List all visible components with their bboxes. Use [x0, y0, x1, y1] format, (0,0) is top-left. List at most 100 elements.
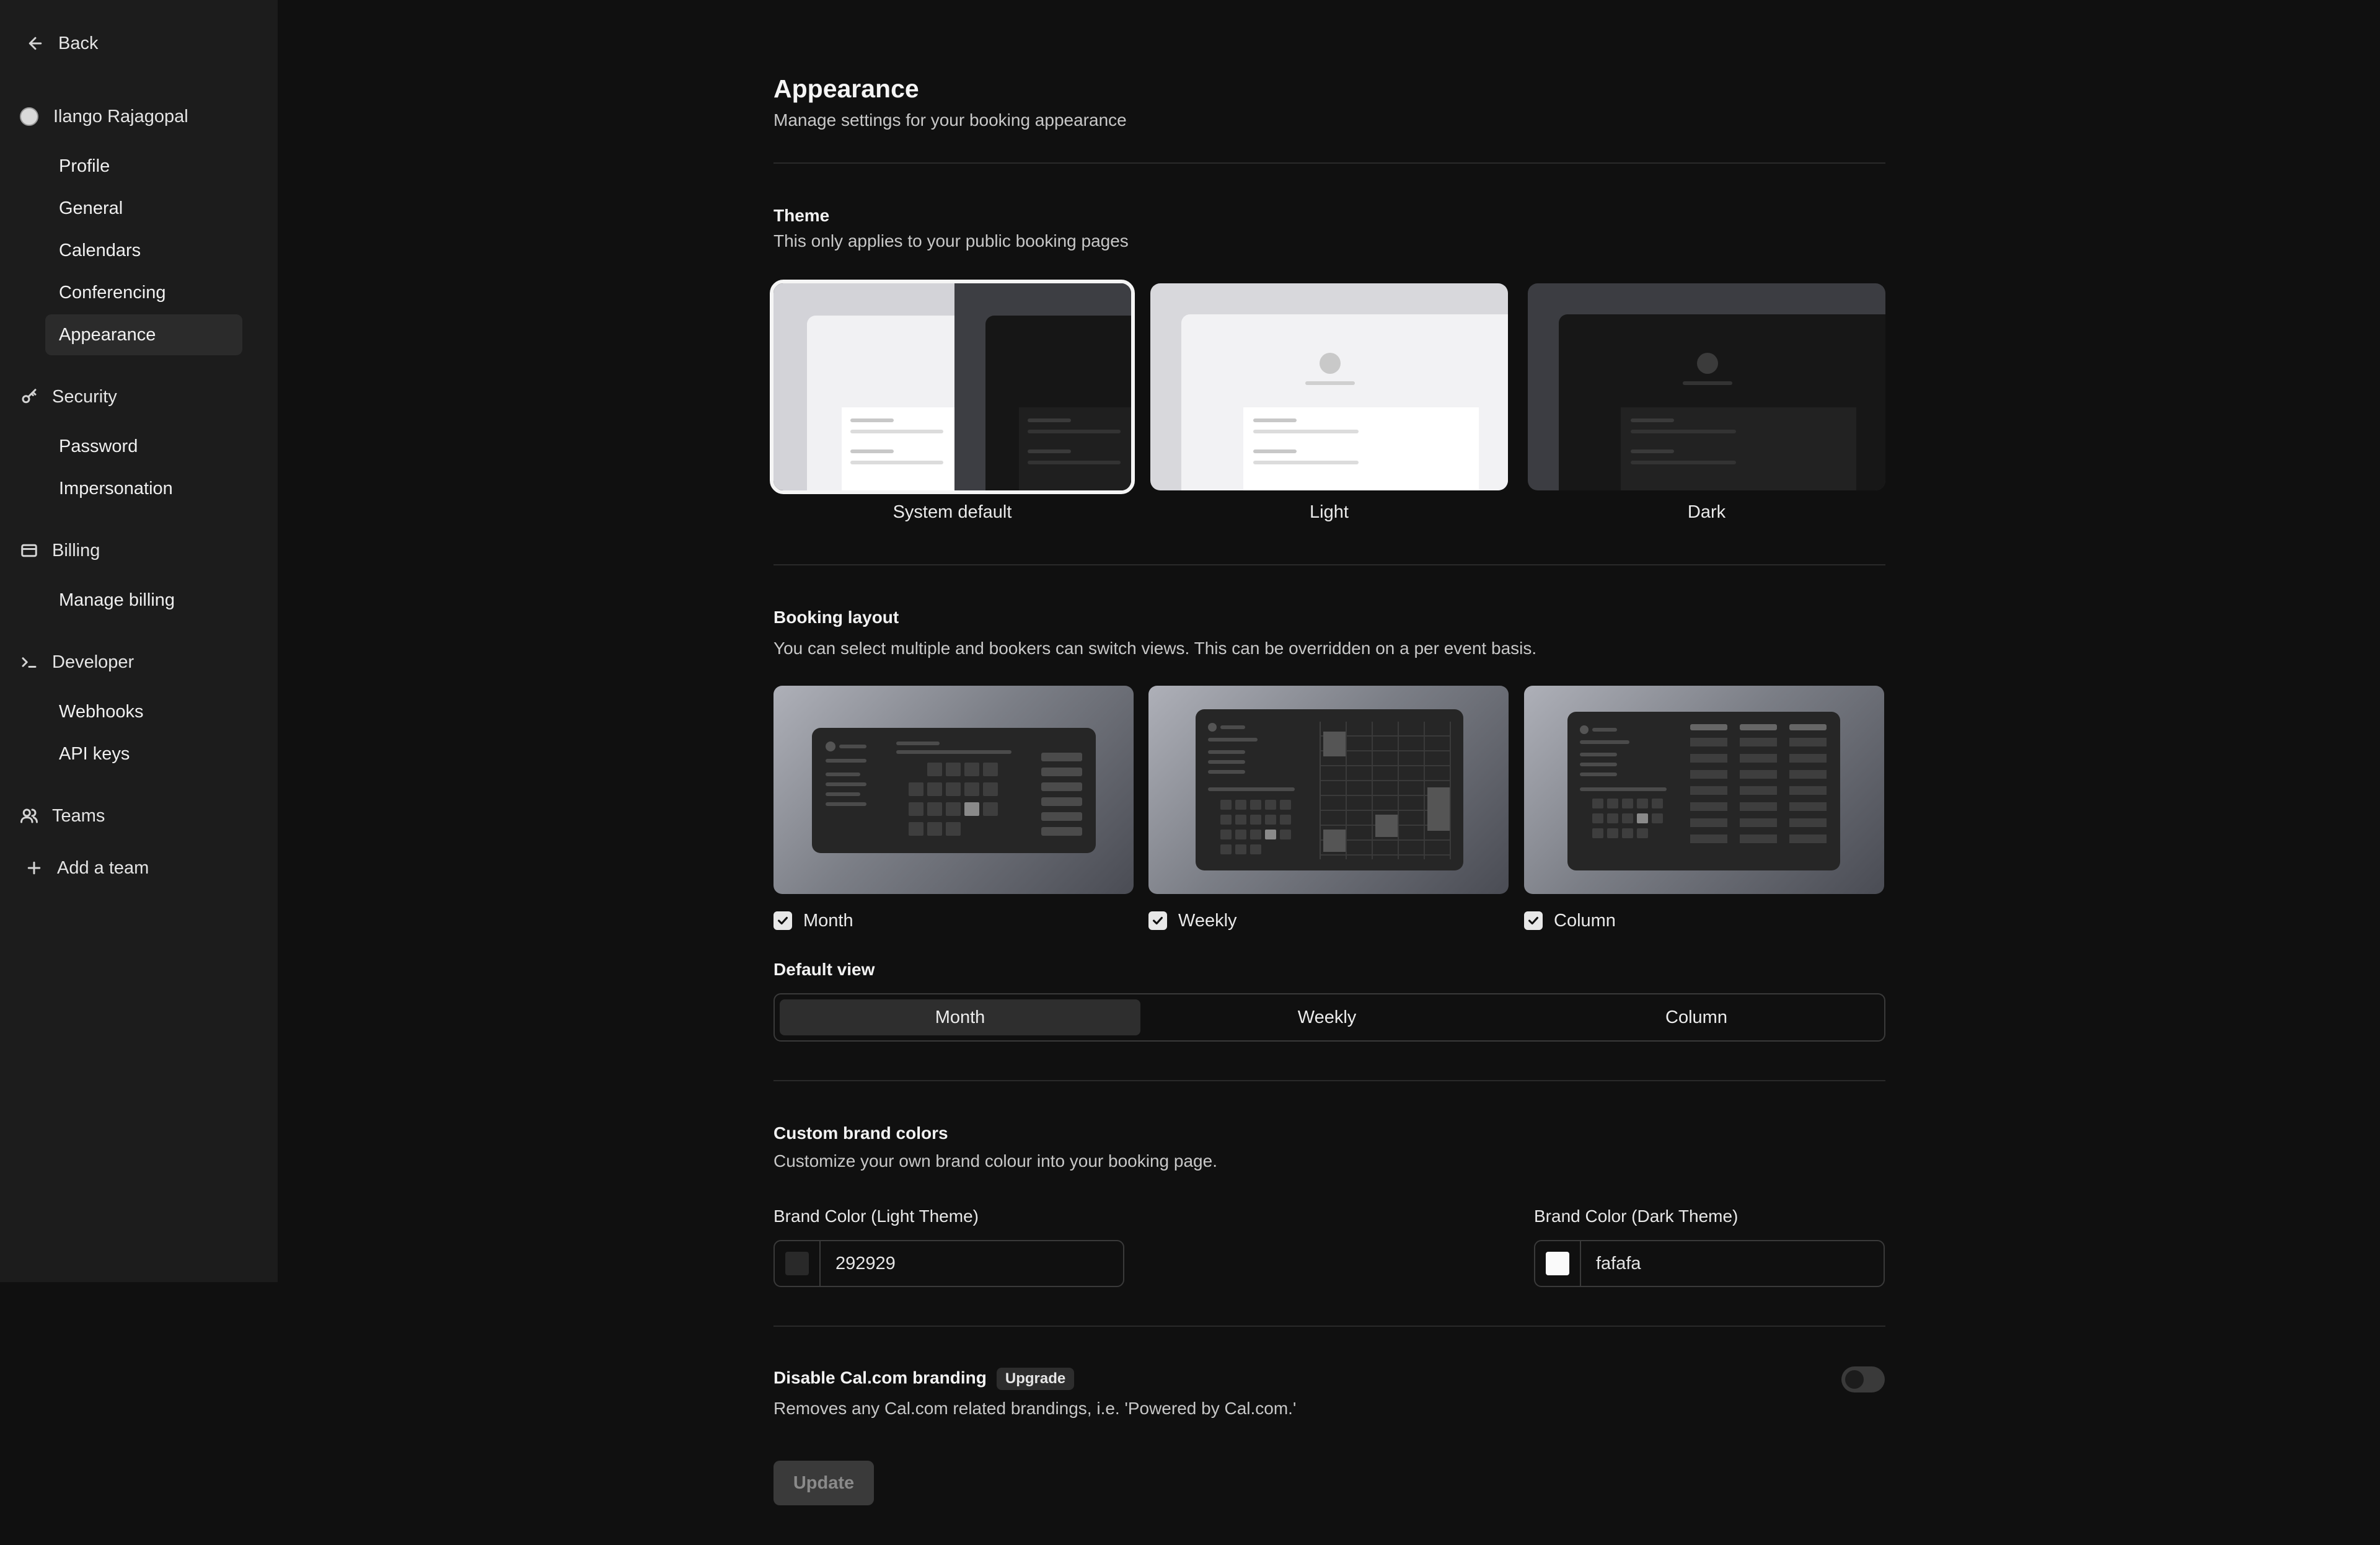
preview-cell	[1220, 800, 1232, 810]
preview-cell	[909, 782, 923, 796]
brand-colors-title: Custom brand colors	[774, 1123, 948, 1143]
preview-cell	[1637, 813, 1648, 823]
update-button[interactable]: Update	[774, 1461, 874, 1505]
theme-title: Theme	[774, 206, 830, 225]
preview-slot	[1041, 753, 1082, 761]
preview-line	[826, 772, 860, 776]
preview-line	[1028, 449, 1071, 453]
sidebar-item-teams[interactable]: Teams	[19, 803, 105, 828]
preview-cell	[1652, 799, 1663, 808]
preview-cell	[1607, 799, 1618, 808]
preview-line	[826, 792, 860, 796]
checkbox-month[interactable]	[774, 911, 792, 930]
preview-line	[850, 461, 943, 464]
sidebar-item-label: Appearance	[59, 324, 156, 345]
color-swatch-button[interactable]	[1535, 1241, 1581, 1286]
layout-preview-column[interactable]	[1524, 686, 1884, 894]
preview-cell	[1607, 828, 1618, 838]
preview-cell	[1235, 830, 1246, 839]
color-swatch	[1546, 1252, 1569, 1275]
layout-preview-month[interactable]	[774, 686, 1134, 894]
default-view-column[interactable]: Column	[1516, 999, 1877, 1035]
preview-line	[1028, 461, 1121, 464]
brand-color-dark-value[interactable]: fafafa	[1581, 1254, 1641, 1274]
preview-cell	[1250, 800, 1261, 810]
preview-line	[1580, 763, 1617, 766]
sidebar-item-profile[interactable]: Profile	[45, 146, 242, 187]
preview-cell	[927, 822, 942, 836]
preview-line	[1208, 760, 1245, 764]
checkbox-label-weekly: Weekly	[1178, 911, 1237, 931]
brand-color-dark-field[interactable]: fafafa	[1534, 1240, 1885, 1287]
preview-avatar	[1580, 725, 1589, 734]
layout-preview-weekly[interactable]	[1148, 686, 1509, 894]
default-view-weekly[interactable]: Weekly	[1147, 999, 1507, 1035]
preview-column	[1740, 738, 1777, 843]
user-name: Ilango Rajagopal	[53, 106, 188, 126]
sidebar-item-webhooks[interactable]: Webhooks	[45, 691, 242, 732]
checkbox-column[interactable]	[1524, 911, 1543, 930]
preview-avatar	[826, 742, 835, 751]
default-view-month[interactable]: Month	[780, 999, 1140, 1035]
preview-cell	[1265, 800, 1276, 810]
key-icon	[19, 386, 40, 407]
preview-cell	[1250, 830, 1261, 839]
preview-cell	[1250, 815, 1261, 825]
preview-avatar	[1697, 353, 1718, 374]
back-label: Back	[58, 33, 99, 53]
preview-cell	[927, 763, 942, 776]
check-icon	[778, 916, 788, 925]
preview-cell	[1235, 844, 1246, 854]
preview-cell	[1592, 813, 1603, 823]
sidebar-item-manage-billing[interactable]: Manage billing	[45, 580, 242, 621]
sidebar-item-general[interactable]: General	[45, 188, 242, 229]
theme-option-dark[interactable]	[1528, 283, 1885, 490]
section-label: Security	[52, 386, 117, 407]
preview-col-head	[1789, 724, 1827, 730]
preview-line	[1253, 418, 1297, 422]
preview-cell	[1607, 813, 1618, 823]
sidebar-item-label: Profile	[59, 156, 110, 176]
preview-cell	[946, 802, 961, 816]
preview-line	[1580, 740, 1629, 744]
color-swatch-button[interactable]	[775, 1241, 821, 1286]
preview-cell	[1592, 828, 1603, 838]
preview-line	[850, 418, 894, 422]
branding-description: Removes any Cal.com related brandings, i…	[774, 1399, 1297, 1418]
sidebar-item-calendars[interactable]: Calendars	[45, 230, 242, 271]
add-team-button[interactable]: Add a team	[24, 856, 149, 880]
brand-color-light-value[interactable]: 292929	[821, 1254, 896, 1274]
preview-cell	[1250, 844, 1261, 854]
divider	[774, 1326, 1885, 1327]
credit-card-icon	[19, 540, 40, 561]
brand-color-light-field[interactable]: 292929	[774, 1240, 1124, 1287]
sidebar-item-appearance[interactable]: Appearance	[45, 314, 242, 355]
default-view-segmented: Month Weekly Column	[774, 993, 1885, 1042]
sidebar-item-label: Webhooks	[59, 701, 144, 722]
disable-branding-toggle[interactable]	[1841, 1366, 1885, 1392]
preview-cell	[946, 763, 961, 776]
booking-layout-description: You can select multiple and bookers can …	[774, 639, 1537, 658]
divider	[774, 1080, 1885, 1081]
preview-col-head	[1740, 724, 1777, 730]
theme-option-light[interactable]	[1150, 283, 1508, 490]
checkbox-label-month: Month	[803, 911, 853, 931]
checkbox-weekly[interactable]	[1148, 911, 1167, 930]
back-link[interactable]: Back	[25, 31, 98, 56]
user-section: Ilango Rajagopal	[20, 104, 188, 129]
preview-line	[1631, 418, 1674, 422]
preview-col-head	[1690, 724, 1727, 730]
booking-layout-title: Booking layout	[774, 608, 899, 627]
sidebar-item-label: Impersonation	[59, 478, 173, 498]
sidebar-item-conferencing[interactable]: Conferencing	[45, 272, 242, 313]
layout-preview-inner	[812, 728, 1096, 853]
preview-line	[896, 750, 1011, 754]
sidebar-item-api-keys[interactable]: API keys	[45, 733, 242, 774]
preview-slot	[1041, 797, 1082, 806]
sidebar-item-password[interactable]: Password	[45, 426, 242, 467]
theme-option-system-default[interactable]	[770, 280, 1135, 494]
preview-line	[1305, 381, 1355, 385]
preview-cell	[1652, 813, 1663, 823]
preview-slot	[1041, 812, 1082, 821]
sidebar-item-impersonation[interactable]: Impersonation	[45, 468, 242, 509]
